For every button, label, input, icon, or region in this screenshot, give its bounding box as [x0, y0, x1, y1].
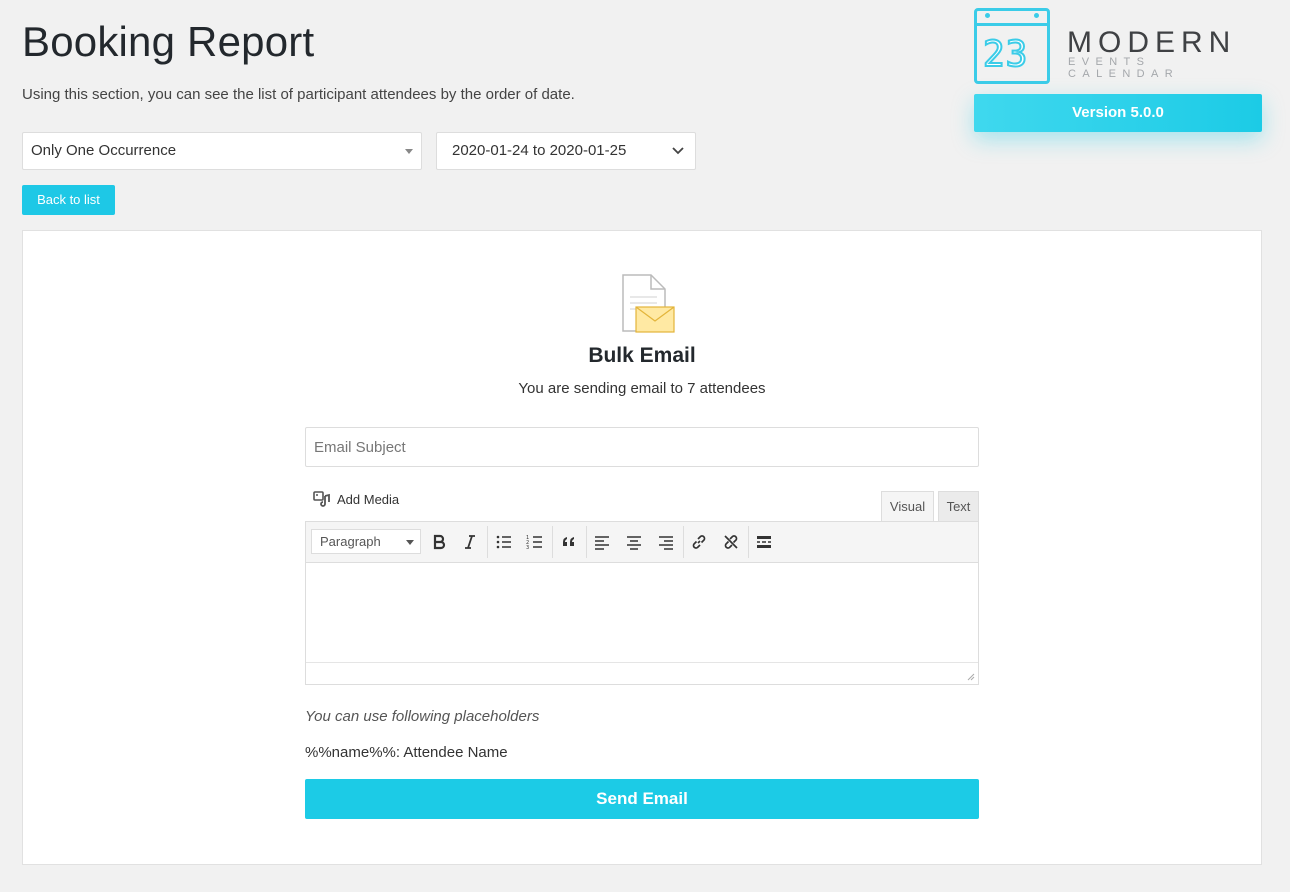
format-select-value: Paragraph: [320, 534, 381, 549]
bold-button[interactable]: [426, 530, 452, 554]
calendar-icon: 23: [974, 8, 1050, 84]
align-left-icon: [595, 536, 609, 550]
logo-title: MODERN: [1067, 26, 1237, 59]
caret-down-icon: [406, 540, 414, 545]
read-more-button[interactable]: [751, 530, 777, 554]
numbered-list-icon: 123: [526, 535, 542, 551]
page-description: Using this section, you can see the list…: [22, 86, 575, 103]
occurrence-select[interactable]: Only One Occurrence: [22, 132, 422, 170]
placeholder-item: %%name%%: Attendee Name: [305, 744, 508, 761]
bulk-email-title: Bulk Email: [588, 344, 696, 367]
remove-link-button[interactable]: [718, 530, 744, 554]
add-media-label: Add Media: [337, 491, 400, 507]
align-center-icon: [627, 536, 641, 550]
align-left-button[interactable]: [589, 530, 615, 554]
placeholders-note: You can use following placeholders: [305, 708, 540, 725]
editor-content-area[interactable]: [306, 564, 978, 664]
blockquote-button[interactable]: [556, 530, 582, 554]
blockquote-icon: [563, 537, 574, 546]
unlink-icon: [724, 535, 738, 549]
email-subject-input[interactable]: [305, 427, 979, 467]
occurrence-select-value: Only One Occurrence: [31, 142, 177, 159]
date-range-select-value: 2020-01-24 to 2020-01-25: [452, 142, 627, 159]
bold-icon: [433, 534, 446, 550]
email-document-icon: [622, 274, 675, 333]
resize-handle-icon[interactable]: [965, 671, 975, 681]
format-select[interactable]: Paragraph: [311, 529, 421, 554]
bullet-list-icon: [496, 535, 511, 549]
insert-link-button[interactable]: [686, 530, 712, 554]
editor-status-bar: [306, 662, 978, 684]
chevron-down-icon: [672, 147, 684, 155]
date-range-select[interactable]: 2020-01-24 to 2020-01-25: [436, 132, 696, 170]
email-body-editor: Paragraph 123: [305, 521, 979, 685]
align-right-button[interactable]: [653, 530, 679, 554]
svg-text:3: 3: [526, 545, 529, 551]
media-icon: [313, 491, 330, 507]
mec-logo: 23 MODERN EVENTS CALENDAR: [974, 8, 1264, 86]
logo-number: 23: [982, 34, 1029, 76]
back-to-list-button[interactable]: Back to list: [22, 185, 115, 215]
logo-subtitle: EVENTS CALENDAR: [1068, 56, 1180, 80]
bullet-list-button[interactable]: [491, 530, 517, 554]
bulk-email-panel: Bulk Email You are sending email to 7 at…: [22, 230, 1262, 865]
version-badge: Version 5.0.0: [974, 94, 1262, 132]
numbered-list-button[interactable]: 123: [522, 530, 548, 554]
align-center-button[interactable]: [621, 530, 647, 554]
add-media-button[interactable]: Add Media: [313, 490, 399, 508]
italic-icon: [465, 535, 475, 549]
caret-down-icon: [405, 149, 413, 154]
italic-button[interactable]: [457, 530, 483, 554]
link-icon: [692, 535, 706, 549]
tab-visual[interactable]: Visual: [881, 491, 934, 522]
tab-text[interactable]: Text: [938, 491, 979, 522]
align-right-icon: [659, 536, 673, 550]
editor-toolbar: Paragraph 123: [306, 522, 978, 563]
bulk-email-subtitle: You are sending email to 7 attendees: [518, 380, 766, 397]
read-more-icon: [757, 536, 771, 548]
page-title: Booking Report: [22, 18, 315, 65]
send-email-button[interactable]: Send Email: [305, 779, 979, 819]
